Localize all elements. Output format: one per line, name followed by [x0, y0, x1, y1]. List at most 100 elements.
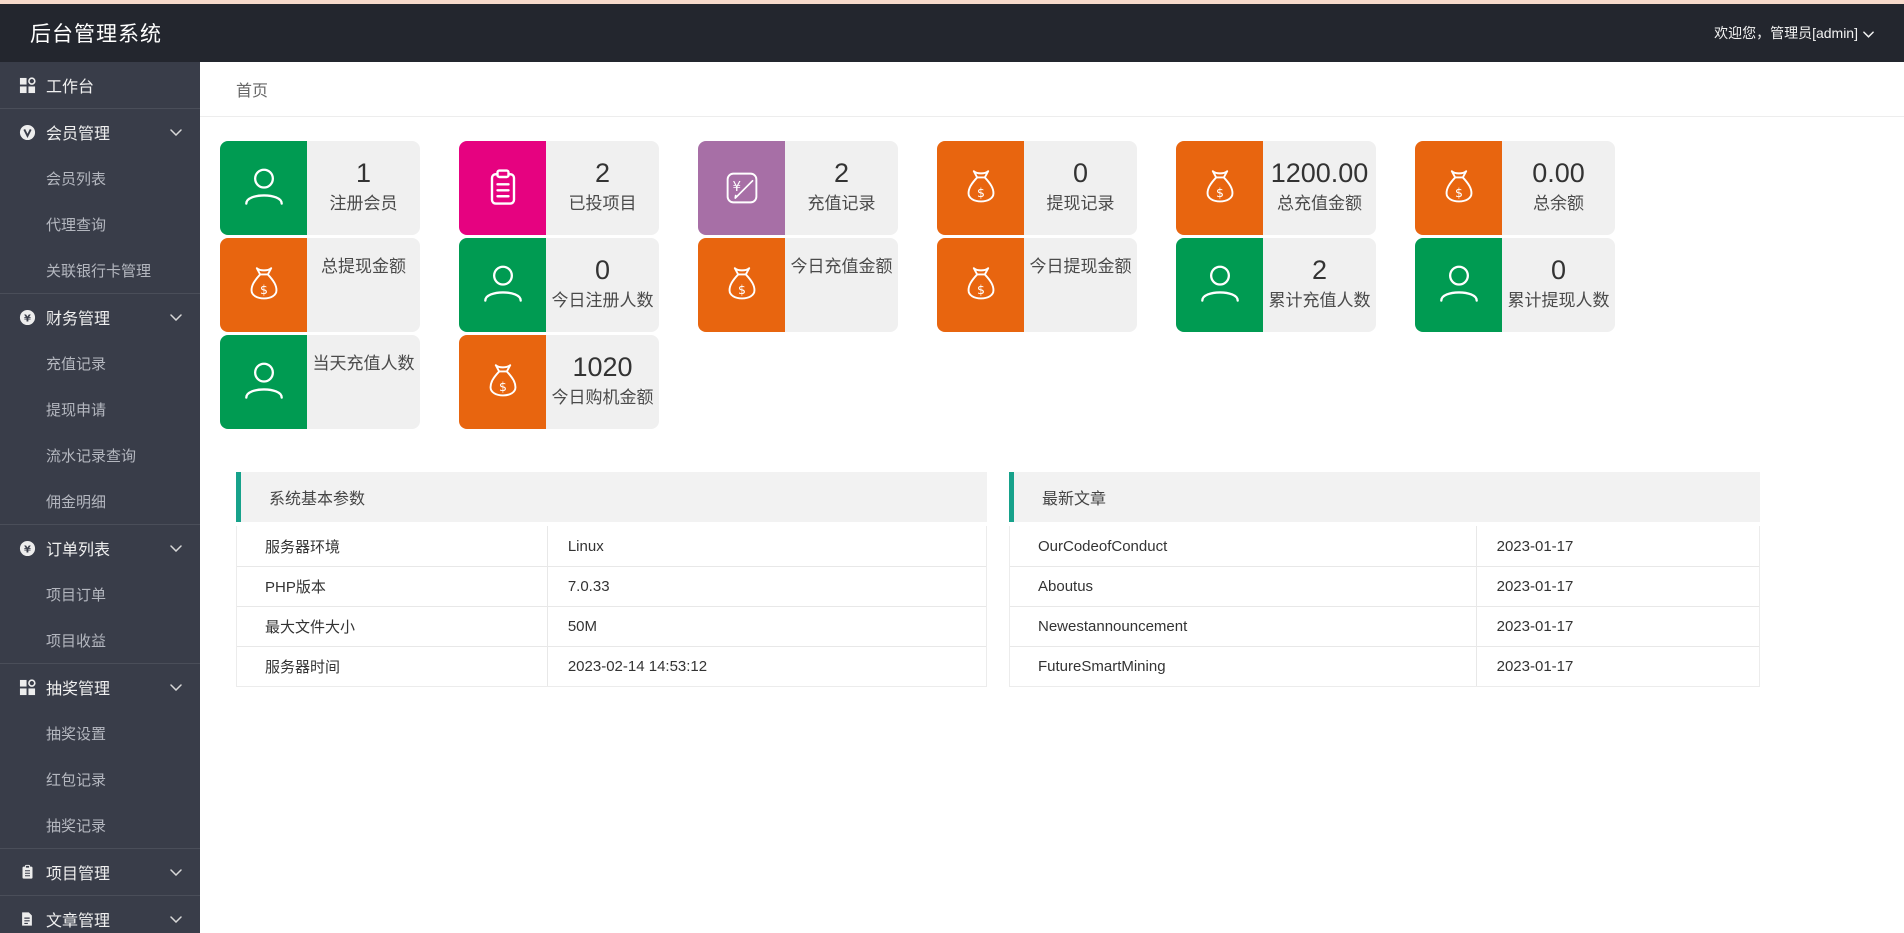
- chevron-down-icon: [1863, 25, 1874, 41]
- moneybag-icon: $: [220, 238, 307, 332]
- stat-label: 提现记录: [1047, 190, 1115, 217]
- table-row: FutureSmartMining2023-01-17: [1010, 646, 1759, 686]
- panel-title: 系统基本参数: [236, 472, 987, 522]
- yen-edit-icon: ¥: [698, 141, 785, 235]
- stat-value: 0: [1073, 156, 1088, 190]
- user-icon: [459, 238, 546, 332]
- stat-value: 0.00: [1532, 156, 1585, 190]
- stat-label: 今日充值金额: [791, 253, 893, 280]
- row-key: FutureSmartMining: [1010, 647, 1477, 686]
- welcome-text: 欢迎您，管理员[admin]: [1714, 23, 1858, 43]
- sidebar-group: 会员管理 会员列表代理查询关联银行卡管理: [0, 109, 200, 294]
- sidebar-subitem-充值记录[interactable]: 充值记录: [0, 340, 200, 386]
- sidebar-group: 文章管理: [0, 896, 200, 933]
- stat-column: $ 1200.00 总充值金额 2 累计充值人数: [1176, 141, 1376, 432]
- stat-label: 当天充值人数: [313, 350, 415, 377]
- sidebar-group: 抽奖管理 抽奖设置红包记录抽奖记录: [0, 664, 200, 849]
- sidebar-subitem-代理查询[interactable]: 代理查询: [0, 201, 200, 247]
- svg-text:$: $: [499, 379, 507, 394]
- moneybag-icon: $: [459, 335, 546, 429]
- chevron-down-icon: [170, 684, 182, 691]
- stat-value: 2: [1312, 253, 1327, 287]
- stat-column: ¥ 2 充值记录 $ 今日充值金额: [698, 141, 898, 432]
- panel-title: 最新文章: [1009, 472, 1760, 522]
- sidebar-item-文章管理[interactable]: 文章管理: [0, 896, 200, 933]
- sidebar-subitem-红包记录[interactable]: 红包记录: [0, 756, 200, 802]
- stat-label: 总余额: [1533, 190, 1584, 217]
- row-value: 50M: [548, 607, 986, 646]
- stat-column: 2 已投项目 0 今日注册人数 $ 1020 今日购机金额: [459, 141, 659, 432]
- stat-label: 累计充值人数: [1269, 287, 1371, 314]
- sidebar-item-项目管理[interactable]: 项目管理: [0, 849, 200, 895]
- stat-value: 1200.00: [1271, 156, 1369, 190]
- chevron-down-icon: [170, 916, 182, 923]
- stat-card: $ 1200.00 总充值金额: [1176, 141, 1376, 235]
- row-value: 2023-01-17: [1477, 647, 1759, 686]
- stat-label: 今日提现金额: [1030, 253, 1132, 280]
- stat-card: 0 累计提现人数: [1415, 238, 1615, 332]
- stat-value: 1020: [572, 350, 632, 384]
- row-key: PHP版本: [237, 567, 548, 606]
- sidebar-subitem-关联银行卡管理[interactable]: 关联银行卡管理: [0, 247, 200, 293]
- sidebar-item-抽奖管理[interactable]: 抽奖管理: [0, 664, 200, 710]
- panel-latest-articles: 最新文章 OurCodeofConduct2023-01-17Aboutus20…: [1009, 472, 1760, 687]
- row-key: 服务器时间: [237, 647, 548, 686]
- stat-card: 1 注册会员: [220, 141, 420, 235]
- panel-system-params: 系统基本参数 服务器环境LinuxPHP版本7.0.33最大文件大小50M服务器…: [236, 472, 987, 687]
- main-area: 首页 1 注册会员 $ 总提现金额 当天充值人数 2 已投项目: [200, 62, 1904, 933]
- table-row: 服务器环境Linux: [237, 526, 986, 566]
- sidebar-subitem-会员列表[interactable]: 会员列表: [0, 155, 200, 201]
- sidebar-subitem-佣金明细[interactable]: 佣金明细: [0, 478, 200, 524]
- row-value: 2023-01-17: [1477, 567, 1759, 606]
- user-icon: [1415, 238, 1502, 332]
- svg-text:¥: ¥: [24, 313, 31, 324]
- stat-label: 今日注册人数: [552, 287, 654, 314]
- sidebar: 工作台 会员管理 会员列表代理查询关联银行卡管理 ¥ 财务管理 充值记录提现申请…: [0, 62, 200, 933]
- row-value: 2023-02-14 14:53:12: [548, 647, 986, 686]
- stat-column: 1 注册会员 $ 总提现金额 当天充值人数: [220, 141, 420, 432]
- sidebar-subitem-项目订单[interactable]: 项目订单: [0, 571, 200, 617]
- sidebar-item-会员管理[interactable]: 会员管理: [0, 109, 200, 155]
- stat-label: 总充值金额: [1277, 190, 1362, 217]
- row-value: 7.0.33: [548, 567, 986, 606]
- grid-icon: [18, 678, 36, 696]
- sidebar-group: ¥ 订单列表 项目订单项目收益: [0, 525, 200, 664]
- sidebar-subitem-抽奖记录[interactable]: 抽奖记录: [0, 802, 200, 848]
- circle-yen-icon: ¥: [18, 539, 36, 557]
- sidebar-item-工作台[interactable]: 工作台: [0, 62, 200, 108]
- stat-label: 注册会员: [330, 190, 398, 217]
- circle-yen-icon: ¥: [18, 308, 36, 326]
- stat-card: $ 0.00 总余额: [1415, 141, 1615, 235]
- stat-card: $ 0 提现记录: [937, 141, 1137, 235]
- stat-value: 0: [595, 253, 610, 287]
- stat-value: 0: [1551, 253, 1566, 287]
- chevron-down-icon: [170, 314, 182, 321]
- sidebar-subitem-流水记录查询[interactable]: 流水记录查询: [0, 432, 200, 478]
- sidebar-subitem-项目收益[interactable]: 项目收益: [0, 617, 200, 663]
- clipboard-icon: [18, 863, 36, 881]
- user-menu[interactable]: 欢迎您，管理员[admin]: [1714, 23, 1874, 43]
- breadcrumb[interactable]: 首页: [236, 77, 268, 101]
- sidebar-subitem-抽奖设置[interactable]: 抽奖设置: [0, 710, 200, 756]
- app-title: 后台管理系统: [30, 18, 162, 48]
- sidebar-item-订单列表[interactable]: ¥ 订单列表: [0, 525, 200, 571]
- stat-label: 总提现金额: [321, 253, 406, 280]
- row-key: 最大文件大小: [237, 607, 548, 646]
- table-row: Newestannouncement2023-01-17: [1010, 606, 1759, 646]
- svg-text:$: $: [1216, 185, 1224, 200]
- row-value: 2023-01-17: [1477, 526, 1759, 566]
- stat-card: 当天充值人数: [220, 335, 420, 429]
- moneybag-icon: $: [698, 238, 785, 332]
- chevron-down-icon: [170, 545, 182, 552]
- row-key: 服务器环境: [237, 526, 548, 566]
- clipboard-icon: [459, 141, 546, 235]
- circle-v-icon: [18, 123, 36, 141]
- stat-column: $ 0.00 总余额 0 累计提现人数: [1415, 141, 1615, 432]
- stat-card: $ 总提现金额: [220, 238, 420, 332]
- sidebar-subitem-提现申请[interactable]: 提现申请: [0, 386, 200, 432]
- chevron-down-icon: [170, 129, 182, 136]
- chevron-down-icon: [170, 869, 182, 876]
- stat-cards: 1 注册会员 $ 总提现金额 当天充值人数 2 已投项目 0 今日注册人数 $: [220, 141, 1904, 432]
- user-icon: [1176, 238, 1263, 332]
- sidebar-item-财务管理[interactable]: ¥ 财务管理: [0, 294, 200, 340]
